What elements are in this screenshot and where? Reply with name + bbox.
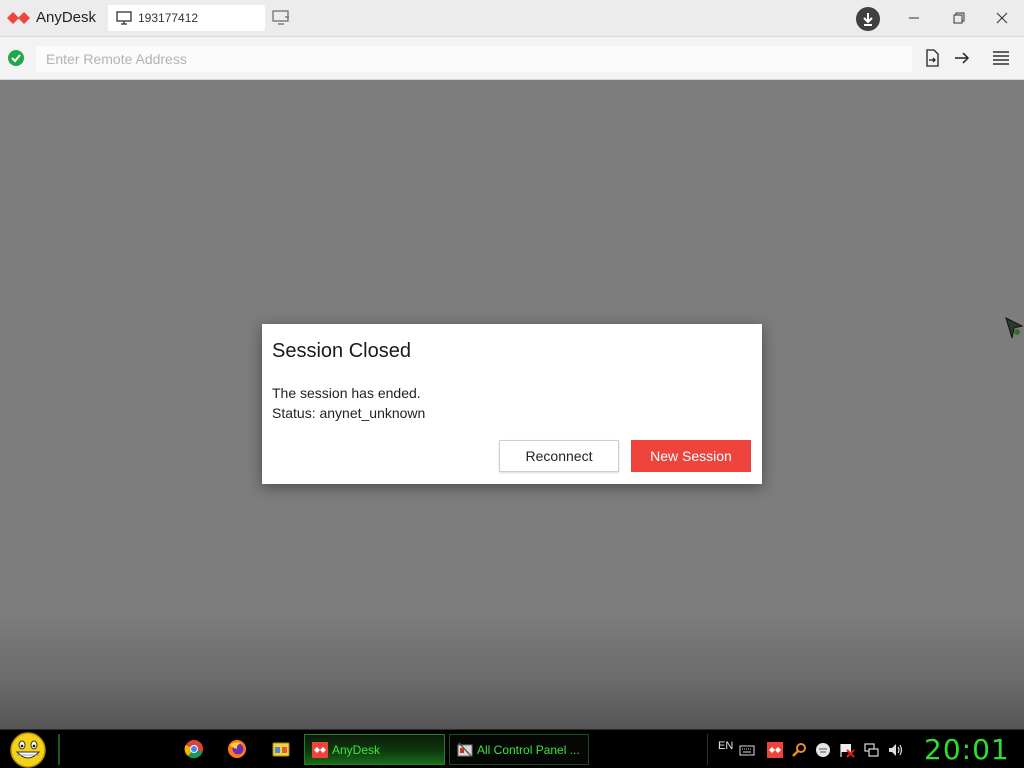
monitor-icon bbox=[116, 11, 132, 25]
firefox-icon[interactable] bbox=[227, 739, 247, 759]
address-bar bbox=[0, 37, 1024, 80]
volume-icon[interactable] bbox=[887, 742, 903, 758]
language-indicator[interactable]: EN bbox=[718, 740, 733, 752]
remote-address-input[interactable] bbox=[36, 46, 912, 72]
connect-arrow-icon[interactable] bbox=[952, 48, 972, 68]
app-name: AnyDesk bbox=[36, 9, 97, 26]
chrome-icon[interactable] bbox=[184, 739, 204, 759]
dialog-title: Session Closed bbox=[272, 340, 411, 362]
start-button-smiley-icon[interactable] bbox=[8, 731, 48, 768]
system-tray: EN bbox=[707, 734, 920, 765]
anydesk-tray-icon[interactable] bbox=[767, 742, 783, 758]
file-transfer-icon[interactable] bbox=[922, 48, 942, 68]
task-label: All Control Panel ... bbox=[477, 743, 580, 757]
taskbar-separator bbox=[58, 734, 60, 765]
restore-icon[interactable] bbox=[948, 8, 970, 28]
title-bar: AnyDesk 193177412 bbox=[0, 0, 1024, 37]
folder-icon[interactable] bbox=[271, 739, 291, 759]
new-session-button[interactable]: New Session bbox=[631, 440, 751, 472]
taskbar-task-control-panel[interactable]: All Control Panel ... bbox=[449, 734, 589, 765]
close-icon[interactable] bbox=[991, 8, 1013, 28]
new-tab-icon[interactable] bbox=[272, 10, 290, 26]
remote-cursor-icon bbox=[1005, 317, 1024, 339]
minimize-icon[interactable] bbox=[903, 8, 925, 28]
anydesk-task-icon bbox=[312, 742, 328, 758]
keyboard-icon[interactable] bbox=[739, 742, 755, 758]
hamburger-menu-icon[interactable] bbox=[991, 48, 1011, 68]
tab-label: 193177412 bbox=[138, 11, 199, 25]
taskbar: AnyDesk All Control Panel ... EN 20:01 bbox=[0, 729, 1024, 768]
reconnect-button[interactable]: Reconnect bbox=[499, 440, 619, 472]
dialog-status: Status: anynet_unknown bbox=[272, 405, 426, 421]
flag-alert-icon[interactable] bbox=[839, 742, 855, 758]
download-button[interactable] bbox=[856, 7, 880, 31]
task-label: AnyDesk bbox=[332, 743, 381, 757]
tab-remote-session[interactable]: 193177412 bbox=[108, 5, 265, 31]
anydesk-logo-icon bbox=[7, 12, 30, 24]
search-icon[interactable] bbox=[791, 742, 807, 758]
network-icon[interactable] bbox=[863, 742, 879, 758]
emoji-tray-icon[interactable] bbox=[815, 742, 831, 758]
taskbar-task-anydesk[interactable]: AnyDesk bbox=[304, 734, 445, 765]
status-ok-icon bbox=[8, 50, 24, 66]
session-closed-dialog: Session Closed The session has ended. St… bbox=[262, 324, 762, 484]
taskbar-clock[interactable]: 20:01 bbox=[924, 733, 1010, 766]
download-icon bbox=[863, 13, 873, 26]
control-panel-icon bbox=[457, 742, 473, 757]
dialog-message: The session has ended. bbox=[272, 385, 421, 401]
